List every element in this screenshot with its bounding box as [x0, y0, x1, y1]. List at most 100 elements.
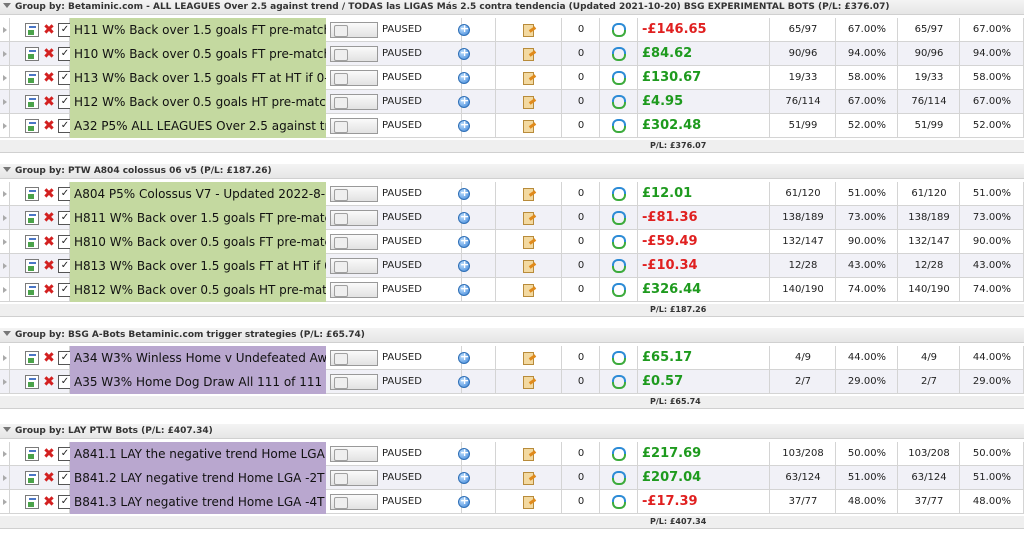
edit-icon[interactable] — [25, 495, 39, 509]
strategy-name[interactable]: A841.1 LAY the negative trend Home LGA o… — [70, 442, 326, 466]
edit-rules-icon[interactable] — [522, 47, 536, 61]
strategy-name[interactable]: H811 W% Back over 1.5 goals FT pre-match… — [70, 206, 326, 230]
delete-icon[interactable]: ✖ — [42, 71, 56, 85]
run-toggle[interactable] — [330, 118, 378, 134]
row-expander[interactable] — [0, 370, 10, 394]
edit-rules-icon[interactable] — [522, 351, 536, 365]
strategy-name[interactable]: A804 P5% Colossus V7 - Updated 2022-8-26… — [70, 182, 326, 206]
run-toggle[interactable] — [330, 494, 378, 510]
bot-row[interactable]: ✖ ✓ H812 W% Back over 0.5 goals HT pre-mat… — [0, 278, 1024, 302]
refresh-icon[interactable] — [611, 446, 626, 462]
delete-icon[interactable]: ✖ — [42, 47, 56, 61]
refresh-icon[interactable] — [611, 282, 626, 298]
refresh-icon[interactable] — [611, 374, 626, 390]
strategy-name[interactable]: H10 W% Back over 0.5 goals FT pre-match … — [70, 42, 326, 66]
run-toggle[interactable] — [330, 186, 378, 202]
edit-icon[interactable] — [25, 447, 39, 461]
strategy-name[interactable]: A32 P5% ALL LEAGUES Over 2.5 against tre… — [70, 114, 326, 138]
add-icon[interactable] — [458, 46, 470, 60]
run-toggle[interactable] — [330, 70, 378, 86]
add-icon[interactable] — [458, 258, 470, 272]
edit-icon[interactable] — [25, 47, 39, 61]
bot-row[interactable]: ✖ ✓ H13 W% Back over 1.5 goals FT at HT if… — [0, 66, 1024, 90]
add-icon[interactable] — [458, 234, 470, 248]
bot-row[interactable]: ✖ ✓ H12 W% Back over 0.5 goals HT pre-matc… — [0, 90, 1024, 114]
bot-row[interactable]: ✖ ✓ H11 W% Back over 1.5 goals FT pre-matc… — [0, 18, 1024, 42]
edit-icon[interactable] — [25, 235, 39, 249]
edit-icon[interactable] — [25, 23, 39, 37]
bot-row[interactable]: ✖ ✓ A841.1 LAY the negative trend Home LGA… — [0, 442, 1024, 466]
row-expander[interactable] — [0, 278, 10, 302]
bot-row[interactable]: ✖ ✓ A32 P5% ALL LEAGUES Over 2.5 against t… — [0, 114, 1024, 138]
delete-icon[interactable]: ✖ — [42, 235, 56, 249]
strategy-name[interactable]: A34 W3% Winless Home v Undefeated Away .… — [70, 346, 326, 370]
add-icon[interactable] — [458, 186, 470, 200]
row-expander[interactable] — [0, 66, 10, 90]
refresh-icon[interactable] — [611, 70, 626, 86]
run-toggle[interactable] — [330, 22, 378, 38]
delete-icon[interactable]: ✖ — [42, 119, 56, 133]
group-header[interactable]: Group by: BSG A-Bots Betaminic.com trigg… — [0, 328, 1024, 343]
edit-rules-icon[interactable] — [522, 211, 536, 225]
edit-icon[interactable] — [25, 187, 39, 201]
chevron-down-icon[interactable] — [3, 3, 11, 8]
add-icon[interactable] — [458, 374, 470, 388]
edit-rules-icon[interactable] — [522, 23, 536, 37]
bot-row[interactable]: ✖ ✓ H813 W% Back over 1.5 goals FT at HT i… — [0, 254, 1024, 278]
row-expander[interactable] — [0, 18, 10, 42]
group-header[interactable]: Group by: Betaminic.com - ALL LEAGUES Ov… — [0, 0, 1024, 15]
add-icon[interactable] — [458, 494, 470, 508]
edit-icon[interactable] — [25, 211, 39, 225]
delete-icon[interactable]: ✖ — [42, 259, 56, 273]
add-icon[interactable] — [458, 446, 470, 460]
refresh-icon[interactable] — [611, 22, 626, 38]
refresh-icon[interactable] — [611, 258, 626, 274]
refresh-icon[interactable] — [611, 46, 626, 62]
bot-row[interactable]: ✖ ✓ H810 W% Back over 0.5 goals FT pre-mat… — [0, 230, 1024, 254]
refresh-icon[interactable] — [611, 234, 626, 250]
strategy-name[interactable]: A35 W3% Home Dog Draw All 111 of 111 lea… — [70, 370, 326, 394]
run-toggle[interactable] — [330, 210, 378, 226]
chevron-down-icon[interactable] — [3, 331, 11, 336]
refresh-icon[interactable] — [611, 186, 626, 202]
add-icon[interactable] — [458, 350, 470, 364]
bot-row[interactable]: ✖✓A34 W3% Winless Home v Undefeated Away… — [0, 346, 1024, 370]
edit-icon[interactable] — [25, 95, 39, 109]
edit-rules-icon[interactable] — [522, 95, 536, 109]
edit-icon[interactable] — [25, 71, 39, 85]
add-icon[interactable] — [458, 94, 470, 108]
strategy-name[interactable]: H11 W% Back over 1.5 goals FT pre-match … — [70, 18, 326, 42]
row-expander[interactable] — [0, 346, 10, 370]
edit-rules-icon[interactable] — [522, 119, 536, 133]
bot-row[interactable]: ✖ ✓ B841.2 LAY negative trend Home LGA -2T… — [0, 466, 1024, 490]
edit-icon[interactable] — [25, 119, 39, 133]
add-icon[interactable] — [458, 118, 470, 132]
edit-rules-icon[interactable] — [522, 235, 536, 249]
run-toggle[interactable] — [330, 282, 378, 298]
edit-rules-icon[interactable] — [522, 375, 536, 389]
delete-icon[interactable]: ✖ — [42, 447, 56, 461]
edit-icon[interactable] — [25, 375, 39, 389]
row-expander[interactable] — [0, 90, 10, 114]
add-icon[interactable] — [458, 22, 470, 36]
refresh-icon[interactable] — [611, 94, 626, 110]
delete-icon[interactable]: ✖ — [42, 283, 56, 297]
run-toggle[interactable] — [330, 446, 378, 462]
run-toggle[interactable] — [330, 374, 378, 390]
delete-icon[interactable]: ✖ — [42, 495, 56, 509]
edit-icon[interactable] — [25, 351, 39, 365]
run-toggle[interactable] — [330, 470, 378, 486]
delete-icon[interactable]: ✖ — [42, 351, 56, 365]
strategy-name[interactable]: H812 W% Back over 0.5 goals HT pre-match… — [70, 278, 326, 302]
add-icon[interactable] — [458, 470, 470, 484]
run-toggle[interactable] — [330, 234, 378, 250]
run-toggle[interactable] — [330, 94, 378, 110]
refresh-icon[interactable] — [611, 118, 626, 134]
edit-rules-icon[interactable] — [522, 471, 536, 485]
delete-icon[interactable]: ✖ — [42, 471, 56, 485]
bot-row[interactable]: ✖ ✓ B841.3 LAY negative trend Home LGA -4T… — [0, 490, 1024, 514]
refresh-icon[interactable] — [611, 350, 626, 366]
edit-icon[interactable] — [25, 283, 39, 297]
run-toggle[interactable] — [330, 350, 378, 366]
run-toggle[interactable] — [330, 46, 378, 62]
